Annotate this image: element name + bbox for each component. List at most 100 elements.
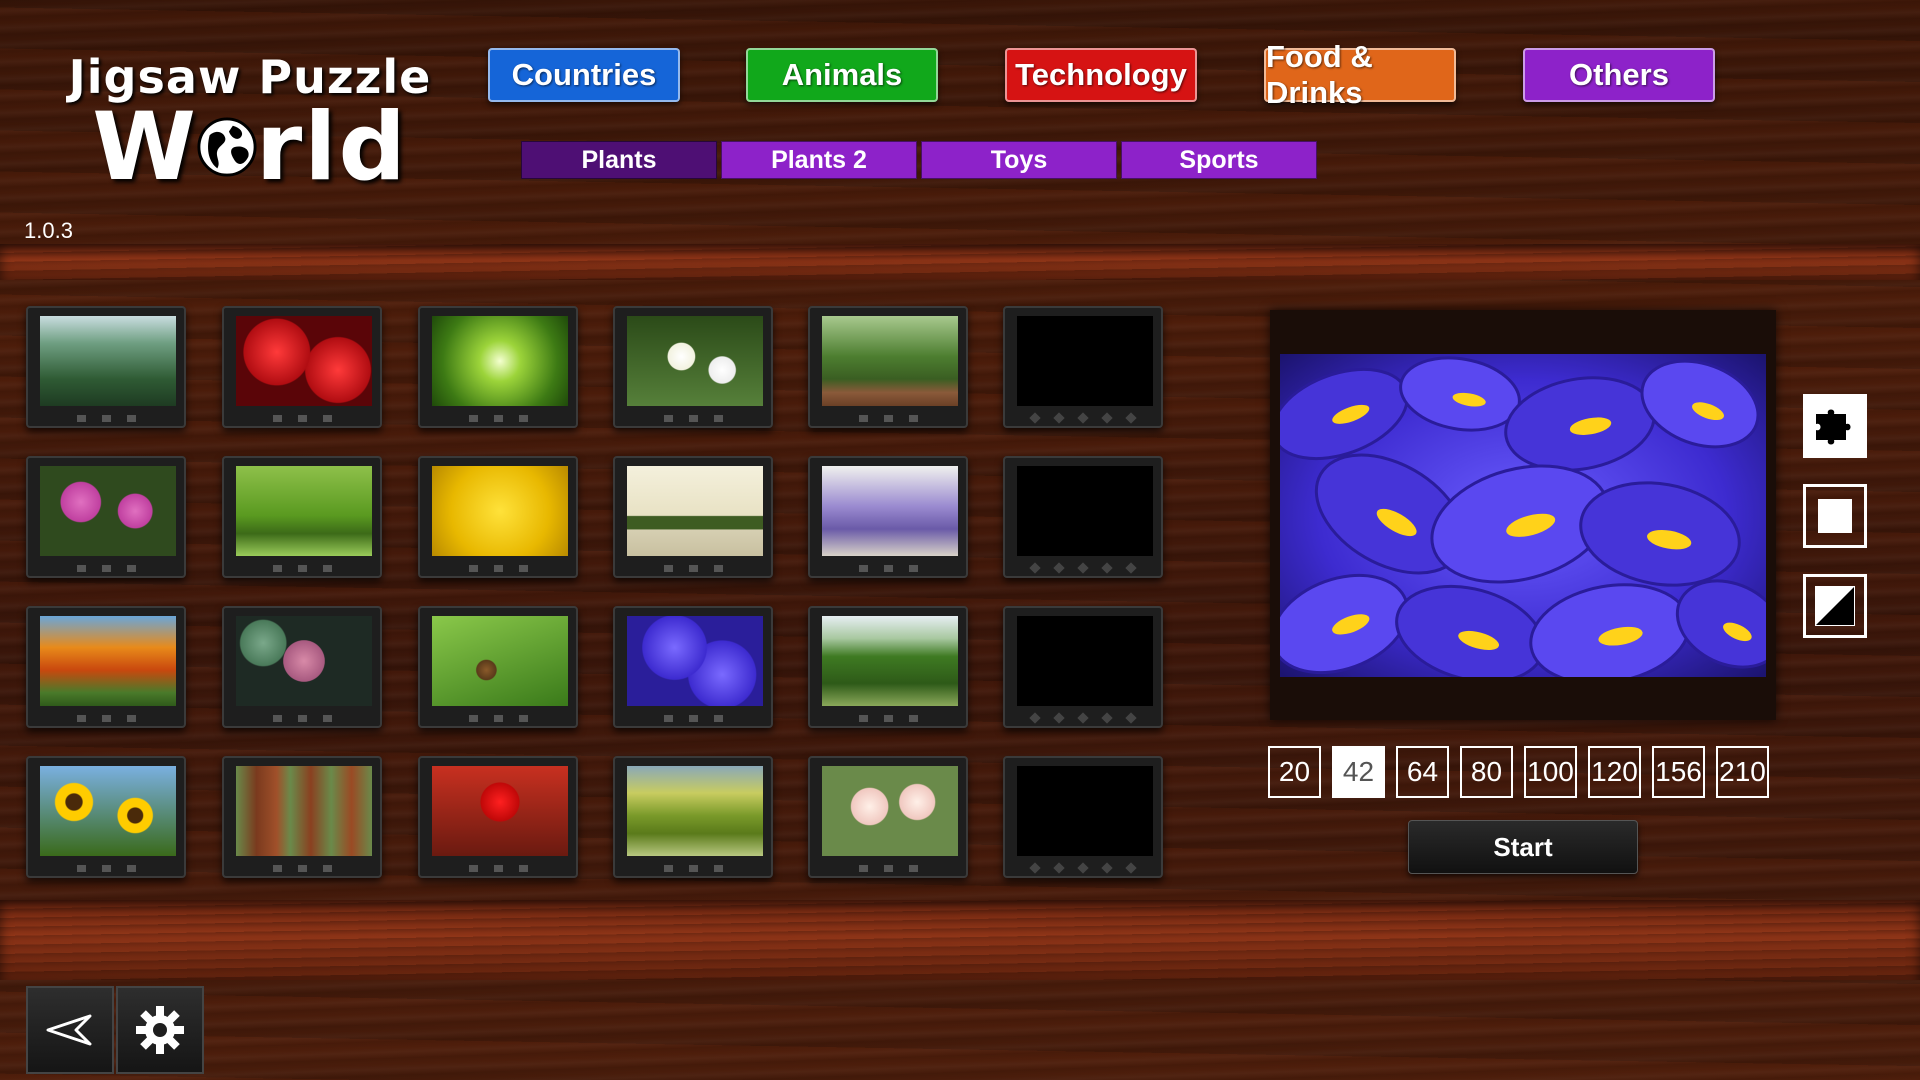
piece-count-42[interactable]: 42 [1332,746,1385,798]
progress-marker [1125,712,1137,724]
category-button-animals[interactable]: Animals [746,48,938,102]
progress-marker [908,715,918,722]
category-button-food-drinks[interactable]: Food & Drinks [1264,39,1456,110]
piece-count-210[interactable]: 210 [1716,746,1769,798]
chestnut-leaves-image [432,616,568,706]
square-shape-button[interactable] [1803,484,1867,548]
progress-marker [663,415,673,422]
puzzle-thumbnail-sequoias[interactable] [222,756,382,878]
progress-marker [883,415,893,422]
puzzle-thumbnail-succulents[interactable] [222,606,382,728]
willow-tree-image [236,466,372,556]
progress-marker [1029,412,1041,424]
progress-markers [810,565,966,572]
progress-markers [1005,862,1161,874]
settings-button[interactable] [116,986,204,1074]
preview-panel [1270,310,1776,720]
puzzle-thumbnail-park-trees[interactable] [613,756,773,878]
progress-marker [297,415,307,422]
empty-slot-image [1017,766,1153,856]
puzzle-thumbnail-bonsai-trees[interactable] [613,456,773,578]
puzzle-thumbnail-white-lilies[interactable] [613,306,773,428]
progress-marker [322,865,332,872]
progress-marker [883,565,893,572]
piece-count-120[interactable]: 120 [1588,746,1641,798]
progress-marker [322,415,332,422]
progress-marker [713,715,723,722]
progress-markers [810,415,966,422]
back-arrow-icon [46,1014,92,1046]
progress-marker [297,865,307,872]
progress-marker [518,565,528,572]
puzzle-thumbnail-large-tree[interactable] [808,306,968,428]
progress-marker [908,865,918,872]
puzzle-thumbnail-autumn-trees[interactable] [26,606,186,728]
progress-marker [688,715,698,722]
piece-count-64[interactable]: 64 [1396,746,1449,798]
puzzle-thumbnail-tree-row[interactable] [808,606,968,728]
orchids-image [822,766,958,856]
puzzle-thumbnail-red-poppy[interactable] [418,756,578,878]
progress-marker [663,565,673,572]
progress-marker [101,565,111,572]
category-button-technology[interactable]: Technology [1005,48,1197,102]
progress-marker [1101,862,1113,874]
back-button[interactable] [26,986,114,1074]
puzzle-thumbnail-red-roses[interactable] [222,306,382,428]
progress-markers [224,715,380,722]
piece-count-156[interactable]: 156 [1652,746,1705,798]
progress-markers [810,715,966,722]
progress-marker [468,415,478,422]
progress-marker [1077,412,1089,424]
progress-marker [713,565,723,572]
puzzle-thumbnail-treetops[interactable] [418,306,578,428]
subcategory-tab-toys[interactable]: Toys [921,141,1117,179]
progress-marker [1101,712,1113,724]
progress-marker [713,415,723,422]
shelf-band-top [0,244,1920,280]
puzzle-thumbnail-orchids[interactable] [808,756,968,878]
empty-puzzle-slot[interactable] [1003,456,1163,578]
puzzle-thumbnail-willow-tree[interactable] [222,456,382,578]
progress-marker [858,865,868,872]
start-button[interactable]: Start [1408,820,1638,874]
subcategory-tab-plants-2[interactable]: Plants 2 [721,141,917,179]
piece-count-20[interactable]: 20 [1268,746,1321,798]
puzzle-thumbnail-chestnut-leaves[interactable] [418,606,578,728]
empty-puzzle-slot[interactable] [1003,606,1163,728]
progress-marker [1029,712,1041,724]
yellow-flowers-image [432,466,568,556]
empty-puzzle-slot[interactable] [1003,306,1163,428]
shelf-band-bottom [0,900,1920,980]
triangle-shape-button[interactable] [1803,574,1867,638]
category-button-others[interactable]: Others [1523,48,1715,102]
progress-marker [493,565,503,572]
puzzle-thumbnail-sunflowers[interactable] [26,756,186,878]
progress-marker [322,565,332,572]
progress-markers [615,865,771,872]
category-button-countries[interactable]: Countries [488,48,680,102]
jigsaw-shape-button[interactable] [1803,394,1867,458]
puzzle-thumbnail-lavender[interactable] [808,456,968,578]
progress-markers [810,865,966,872]
progress-marker [1125,862,1137,874]
tree-row-image [822,616,958,706]
subcategory-tab-sports[interactable]: Sports [1121,141,1317,179]
progress-marker [101,415,111,422]
empty-puzzle-slot[interactable] [1003,756,1163,878]
subcategory-tab-plants[interactable]: Plants [521,141,717,179]
piece-count-80[interactable]: 80 [1460,746,1513,798]
puzzle-thumbnail-yellow-flowers[interactable] [418,456,578,578]
forest-image [40,316,176,406]
white-lilies-image [627,316,763,406]
progress-marker [272,415,282,422]
progress-marker [883,715,893,722]
progress-marker [1125,562,1137,574]
square-icon [1818,499,1852,533]
progress-marker [713,865,723,872]
puzzle-thumbnail-blue-irises[interactable] [613,606,773,728]
piece-count-100[interactable]: 100 [1524,746,1577,798]
globe-icon [197,117,257,177]
puzzle-thumbnail-pink-anemones[interactable] [26,456,186,578]
puzzle-thumbnail-forest[interactable] [26,306,186,428]
